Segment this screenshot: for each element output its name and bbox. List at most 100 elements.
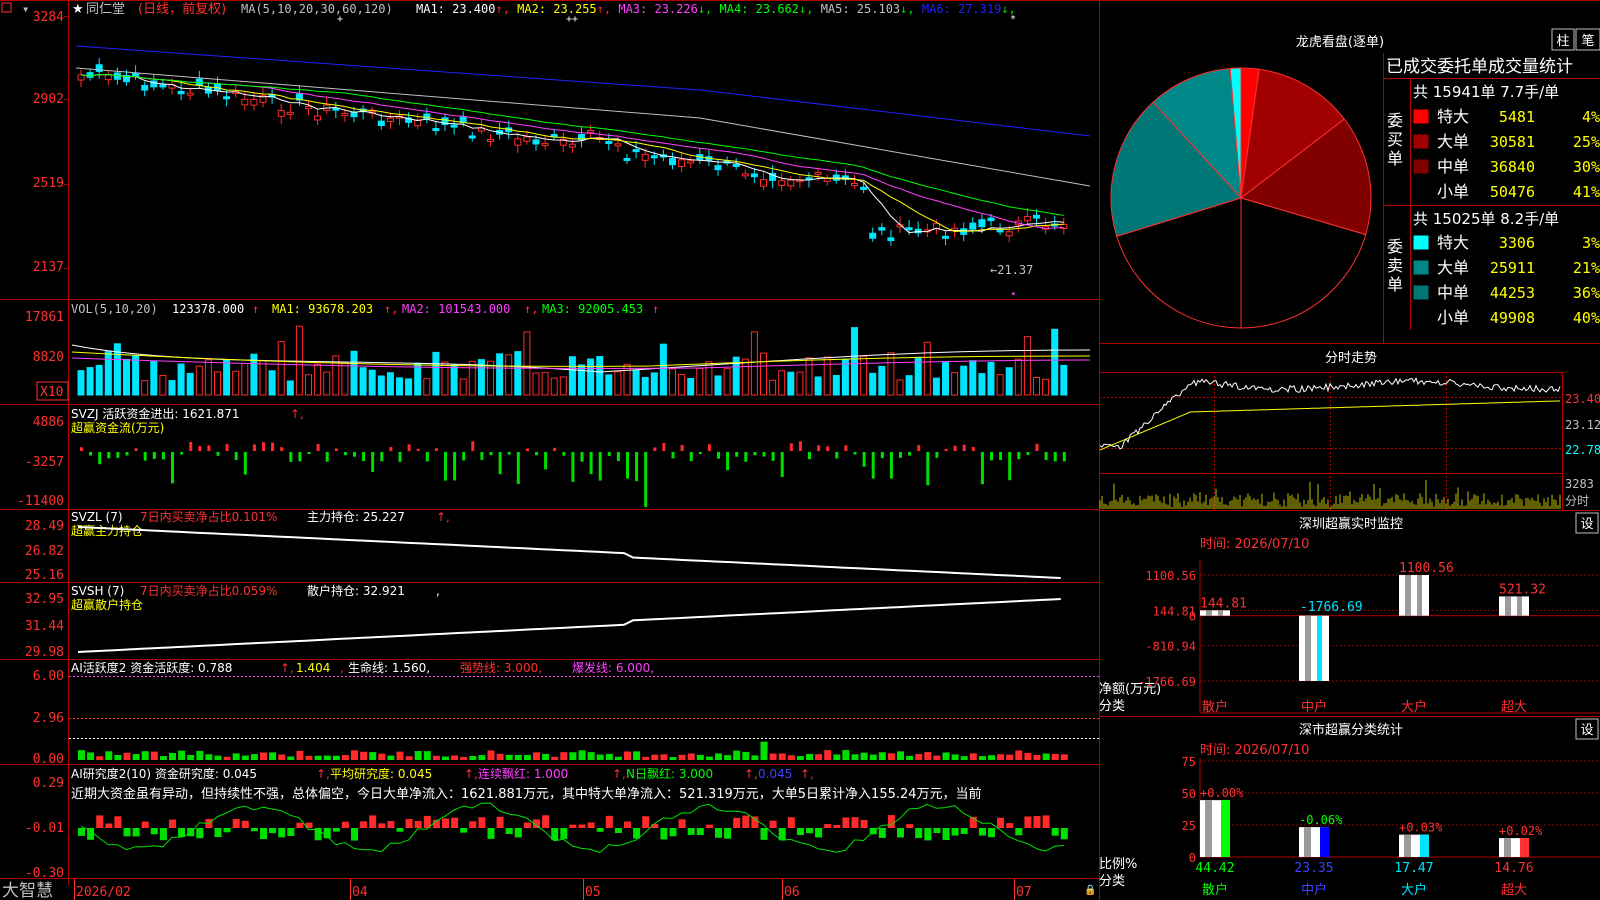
retail-line[interactable] xyxy=(77,598,1061,653)
fund-bar xyxy=(880,452,884,459)
svg-text:↑,: ↑, xyxy=(464,767,478,781)
volume-bars[interactable] xyxy=(71,325,1091,396)
fund-flow-bars[interactable] xyxy=(80,441,1066,507)
research-bar xyxy=(278,828,286,838)
candle xyxy=(669,157,676,166)
event-marker[interactable]: * xyxy=(1010,14,1016,25)
volume-bar xyxy=(978,373,986,396)
research-bar xyxy=(542,815,550,828)
monitor-category: 中户 xyxy=(1301,699,1327,715)
fund-bar xyxy=(726,452,730,471)
fund-bar xyxy=(680,444,684,451)
tick: 3284 xyxy=(33,10,64,25)
order-pie[interactable] xyxy=(1110,67,1372,329)
volume-bar xyxy=(241,363,249,396)
fund-bar xyxy=(735,452,739,457)
fund-bar xyxy=(471,441,475,451)
research-bar xyxy=(1060,828,1068,840)
activity-bar xyxy=(178,750,186,760)
monitor-bar-shade xyxy=(1505,596,1511,616)
row-swatch xyxy=(1413,310,1429,325)
research-bar xyxy=(287,828,295,837)
svsh-y-axis: 32.95 31.44 29.98 xyxy=(25,592,64,660)
fund-bar xyxy=(626,452,629,479)
volume-bar xyxy=(596,356,604,396)
activity-bars[interactable] xyxy=(78,741,1068,760)
fund-bar xyxy=(161,452,165,460)
classify-change-label: +0.03% xyxy=(1399,821,1443,835)
sell-label-char: 单 xyxy=(1387,275,1403,294)
candle xyxy=(869,232,877,239)
research-bar xyxy=(815,828,823,838)
chevron-down-icon[interactable]: ▾ xyxy=(22,2,29,16)
research-bar xyxy=(687,828,695,835)
svg-text:-3257: -3257 xyxy=(25,455,64,470)
row-pct: 40% xyxy=(1573,309,1600,327)
row-pct: 21% xyxy=(1573,259,1600,277)
volume-bar xyxy=(1060,364,1068,396)
classify-bar-chart[interactable]: 7550250+0.00%44.42散户-0.06%23.35中户+0.03%1… xyxy=(1182,755,1600,898)
menu-icon[interactable] xyxy=(1,2,12,13)
research-bar xyxy=(624,821,631,828)
svzl-y-axis: 28.49 26.82 25.16 xyxy=(25,519,64,583)
svg-text:0.29: 0.29 xyxy=(33,776,64,791)
stock-chart-canvas[interactable]: ★ 同仁堂 (日线，前复权) MA(5,10,20,30,60,120) MA1… xyxy=(0,0,1600,900)
svg-text:↑,: ↑, xyxy=(280,661,294,675)
lock-icon[interactable]: 🔒 xyxy=(1084,884,1096,896)
candle xyxy=(487,138,494,142)
fund-bar xyxy=(762,452,766,457)
research-bars[interactable] xyxy=(78,802,1068,854)
fund-bar xyxy=(689,452,693,462)
candle xyxy=(1005,231,1013,237)
event-marker[interactable]: + xyxy=(337,14,343,25)
research-bar xyxy=(214,828,222,838)
candlestick-area[interactable] xyxy=(75,45,1091,246)
svzj-header: SVZJ 活跃资金进出: 1621.871 ↑, 超赢资金流(万元) xyxy=(71,406,304,435)
classify-bar-shade xyxy=(1205,800,1212,857)
classify-change-label: +0.00% xyxy=(1200,786,1244,800)
activity-bar xyxy=(742,751,750,760)
activity-bar xyxy=(241,755,249,760)
fund-bar xyxy=(234,452,238,461)
research-bar xyxy=(614,828,622,834)
research-bar xyxy=(96,815,104,828)
svg-text:↑,: ↑, xyxy=(612,767,626,781)
row-value: 49908 xyxy=(1490,309,1535,327)
research-bar xyxy=(569,824,577,828)
tick: 2137 xyxy=(33,260,64,275)
research-bar xyxy=(1033,816,1041,828)
volume-bar xyxy=(77,370,85,396)
order-table-title: 已成交委托单成交量统计 xyxy=(1386,57,1573,77)
monitor-bar-chart[interactable]: 1100.56144.810-810.94-1766.69144.81散户-17… xyxy=(1138,560,1600,715)
volume-bar xyxy=(914,356,922,396)
volume-bar xyxy=(641,376,649,396)
activity-bar xyxy=(824,750,832,760)
ai-comment: 近期大资金虽有异动，但持续性不强，总体偏空，今日大单净流入：1621.881万元… xyxy=(71,786,982,802)
monitor-bar xyxy=(1299,615,1329,681)
fund-bar xyxy=(480,452,484,460)
candle xyxy=(760,179,767,187)
activity-bar xyxy=(387,755,395,760)
fund-bar xyxy=(589,452,593,475)
volume-bar xyxy=(214,371,221,396)
volume-bar xyxy=(423,378,431,396)
monitor-bar-body xyxy=(1499,596,1529,616)
main-force-line[interactable] xyxy=(77,526,1061,579)
activity-bar xyxy=(150,751,158,760)
intraday-title[interactable]: 分时走势 xyxy=(1325,350,1377,366)
fund-bar xyxy=(853,452,857,455)
classify-time: 时间: 2026/07/10 xyxy=(1200,743,1309,758)
event-marker[interactable]: ++ xyxy=(566,14,578,25)
research-bar xyxy=(114,816,122,828)
candle xyxy=(787,179,795,187)
activity-bar xyxy=(250,754,258,760)
svg-text:↑,: ↑, xyxy=(384,302,398,316)
monitor-bar-shade xyxy=(1405,575,1411,616)
row-value: 50476 xyxy=(1490,183,1535,201)
buy-side-label: 委买单 xyxy=(1387,111,1403,168)
row-pct: 30% xyxy=(1573,158,1600,176)
ma-arrow: ↓, xyxy=(900,2,922,16)
fund-bar xyxy=(243,452,247,475)
svg-text:强势线: 3.000,: 强势线: 3.000, xyxy=(460,661,542,675)
monitor-tick: -810.94 xyxy=(1145,640,1196,654)
